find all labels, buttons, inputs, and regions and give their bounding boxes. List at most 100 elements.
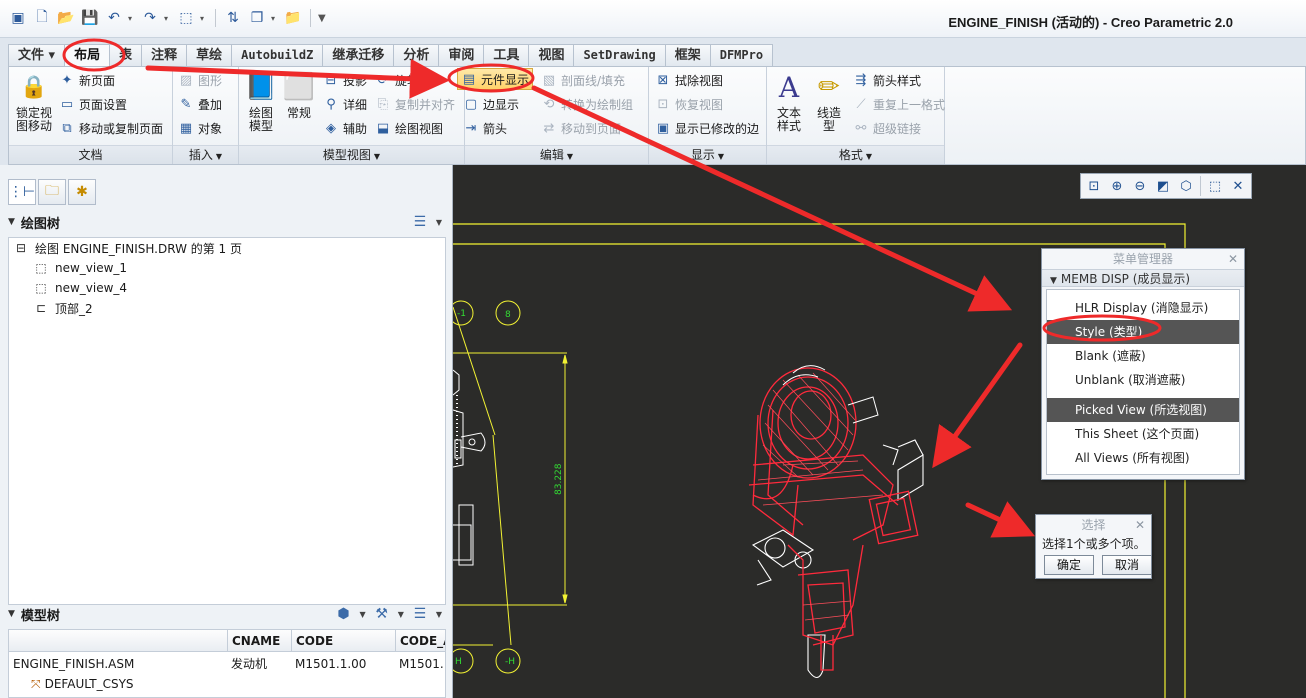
model-display-dropdown-icon[interactable]: ▼ bbox=[360, 610, 366, 619]
tab-file[interactable]: 文件 ▾ bbox=[8, 44, 66, 66]
tools-icon[interactable]: ⚒ bbox=[372, 604, 392, 624]
balloon-label[interactable]: 8 bbox=[505, 310, 511, 320]
section-line-fill-button[interactable]: ▧ 剖面线/填充 bbox=[541, 69, 625, 91]
regenerate-icon[interactable]: ⇅ bbox=[223, 8, 243, 28]
tab-frame[interactable]: 框架 bbox=[664, 44, 711, 66]
dimension-text[interactable]: 83.228 bbox=[554, 463, 564, 495]
tree-settings-dropdown-icon[interactable]: ▼ bbox=[436, 610, 442, 619]
tab-view[interactable]: 视图 bbox=[528, 44, 575, 66]
windows-dropdown-icon[interactable]: ▾ bbox=[271, 14, 279, 23]
redo-icon[interactable]: ↷ bbox=[140, 8, 160, 28]
menu-item-unblank[interactable]: Unblank (取消遮蔽) bbox=[1047, 368, 1239, 392]
column-header[interactable]: CODE_A bbox=[395, 630, 445, 652]
overlay-button[interactable]: ✎ 叠加 bbox=[178, 93, 222, 115]
rotate-button[interactable]: ⟳ 旋转 bbox=[375, 69, 419, 91]
menu-item-picked-view[interactable]: Picked View (所选视图) bbox=[1047, 398, 1239, 422]
tab-autobuildz[interactable]: AutobuildZ bbox=[231, 44, 324, 66]
menu-item-hlr-display[interactable]: HLR Display (消隐显示) bbox=[1047, 296, 1239, 320]
hyperlink-button[interactable]: ⚯ 超级链接 bbox=[853, 117, 921, 139]
open-icon[interactable]: 📂 bbox=[56, 8, 76, 28]
lock-view-move-button[interactable]: 🔒 锁定视 图移动 bbox=[11, 70, 57, 133]
component-display-button[interactable]: ▤ 元件显示 bbox=[457, 68, 534, 90]
edge-display-button[interactable]: ▢ 边显示 bbox=[463, 93, 519, 115]
text-style-button[interactable]: A 文本 样式 bbox=[769, 70, 809, 133]
menu-item-this-sheet[interactable]: This Sheet (这个页面) bbox=[1047, 422, 1239, 446]
tab-analysis[interactable]: 分析 bbox=[393, 44, 440, 66]
page-setup-button[interactable]: ▭ 页面设置 bbox=[59, 93, 127, 115]
cancel-button[interactable]: 取消 bbox=[1102, 555, 1152, 575]
engine-model[interactable] bbox=[751, 439, 924, 679]
refit-icon[interactable]: ⊡ bbox=[1083, 176, 1105, 196]
tree-settings-icon[interactable]: ☰ bbox=[410, 212, 430, 232]
tab-favorites[interactable]: ✱ bbox=[68, 179, 96, 205]
projection-button[interactable]: ⊟ 投影 bbox=[323, 69, 367, 91]
tab-dfmpro[interactable]: DFMPro bbox=[709, 44, 774, 66]
arrow-style-button[interactable]: ⇶ 箭头样式 bbox=[853, 69, 921, 91]
resume-view-button[interactable]: ⊡ 恢复视图 bbox=[655, 93, 723, 115]
erase-view-button[interactable]: ⊠ 拭除视图 bbox=[655, 69, 723, 91]
general-view-button[interactable]: ⬜ 常规 bbox=[279, 70, 319, 120]
new-page-button[interactable]: ✦ 新页面 bbox=[59, 69, 115, 91]
repeat-format-button[interactable]: ⟋ 重复上一格式 bbox=[853, 93, 945, 115]
undo-dropdown-icon[interactable]: ▾ bbox=[128, 14, 136, 23]
drawing-view-button[interactable]: ⬓ 绘图视图 bbox=[375, 117, 443, 139]
tree-settings-dropdown-icon[interactable]: ▼ bbox=[436, 218, 442, 227]
zoom-out-icon[interactable]: ⊖ bbox=[1129, 176, 1151, 196]
tab-layout[interactable]: 布局 bbox=[64, 44, 111, 67]
repaint-icon[interactable]: ◩ bbox=[1152, 176, 1174, 196]
tree-item-view[interactable]: ⬚ new_view_4 bbox=[33, 278, 127, 298]
menu-item-style[interactable]: Style (类型) bbox=[1047, 320, 1239, 344]
close-icon[interactable]: ✕ bbox=[1228, 249, 1238, 269]
tree-item-view[interactable]: ⬚ new_view_1 bbox=[33, 258, 127, 278]
close-window-icon[interactable]: 📁 bbox=[283, 8, 303, 28]
datum-display-icon[interactable]: ✕ bbox=[1227, 176, 1249, 196]
ok-button[interactable]: 确定 bbox=[1044, 555, 1094, 575]
tab-folder-browser[interactable]: 🗀 bbox=[38, 179, 66, 205]
model-tree-item-name[interactable]: ENGINE_FINISH.ASM bbox=[13, 654, 223, 674]
new-icon[interactable]: 🗋 bbox=[32, 8, 52, 28]
tab-legacy-migration[interactable]: 继承迁移 bbox=[322, 44, 395, 66]
app-icon[interactable]: ▣ bbox=[8, 8, 28, 28]
menu-item-all-views[interactable]: All Views (所有视图) bbox=[1047, 446, 1239, 470]
model-tree-item[interactable]: ⤧ DEFAULT_CSYS bbox=[31, 674, 231, 694]
line-style-button[interactable]: ✏ 线造 型 bbox=[809, 70, 849, 133]
menu-item-blank[interactable]: Blank (遮蔽) bbox=[1047, 344, 1239, 368]
convert-draw-group-button[interactable]: ⟲ 转换为绘制组 bbox=[541, 93, 633, 115]
windows-icon[interactable]: ❐ bbox=[247, 8, 267, 28]
object-button[interactable]: ▦ 对象 bbox=[178, 117, 222, 139]
show-modified-edges-button[interactable]: ▣ 显示已修改的边 bbox=[655, 117, 759, 139]
column-header[interactable]: CODE bbox=[291, 630, 395, 652]
model-display-icon[interactable]: ⬢ bbox=[334, 604, 354, 624]
undo-icon[interactable]: ↶ bbox=[104, 8, 124, 28]
tab-sketch[interactable]: 草绘 bbox=[186, 44, 233, 66]
close-icon[interactable]: ✕ bbox=[1135, 515, 1145, 535]
tab-tools[interactable]: 工具 bbox=[483, 44, 530, 66]
tools-dropdown-icon[interactable]: ▼ bbox=[398, 610, 404, 619]
collapse-icon[interactable]: ▼ bbox=[8, 217, 15, 227]
collapse-icon[interactable]: ▼ bbox=[8, 609, 15, 619]
copy-align-button[interactable]: ⎘ 复制并对齐 bbox=[375, 93, 455, 115]
tree-item-view[interactable]: ⊏ 顶部_2 bbox=[33, 298, 93, 318]
tree-item-sheet[interactable]: ⊟ 绘图 ENGINE_FINISH.DRW 的第 1 页 bbox=[13, 238, 242, 258]
move-copy-page-button[interactable]: ⧉ 移动或复制页面 bbox=[59, 117, 163, 139]
tab-annotate[interactable]: 注释 bbox=[141, 44, 188, 66]
customize-icon[interactable]: ▼ bbox=[318, 13, 326, 24]
select-box-icon[interactable]: ⬚ bbox=[176, 8, 196, 28]
column-header[interactable]: CNAME bbox=[227, 630, 291, 652]
tree-settings-icon[interactable]: ☰ bbox=[410, 604, 430, 624]
save-icon[interactable]: 💾 bbox=[80, 8, 100, 28]
auxiliary-button[interactable]: ◈ 辅助 bbox=[323, 117, 367, 139]
tab-setdrawing[interactable]: SetDrawing bbox=[573, 44, 666, 66]
arrow-button[interactable]: ⇥ 箭头 bbox=[463, 117, 507, 139]
tab-review[interactable]: 审阅 bbox=[438, 44, 485, 66]
display-style-icon[interactable]: ⬡ bbox=[1175, 176, 1197, 196]
move-to-page-button[interactable]: ⇄ 移动到页面 bbox=[541, 117, 621, 139]
menu-manager-submenu-header[interactable]: ▼ MEMB DISP (成员显示) bbox=[1042, 269, 1244, 287]
zoom-in-icon[interactable]: ⊕ bbox=[1106, 176, 1128, 196]
tab-tree[interactable]: ⋮⊢ bbox=[8, 179, 36, 205]
detail-button[interactable]: ⚲ 详细 bbox=[323, 93, 367, 115]
graphics-button[interactable]: ▨ 图形 bbox=[178, 69, 222, 91]
select-dropdown-icon[interactable]: ▾ bbox=[200, 14, 208, 23]
drawing-model-button[interactable]: 📘 绘图 模型 bbox=[241, 70, 281, 133]
annotation-display-icon[interactable]: ⬚ bbox=[1204, 176, 1226, 196]
